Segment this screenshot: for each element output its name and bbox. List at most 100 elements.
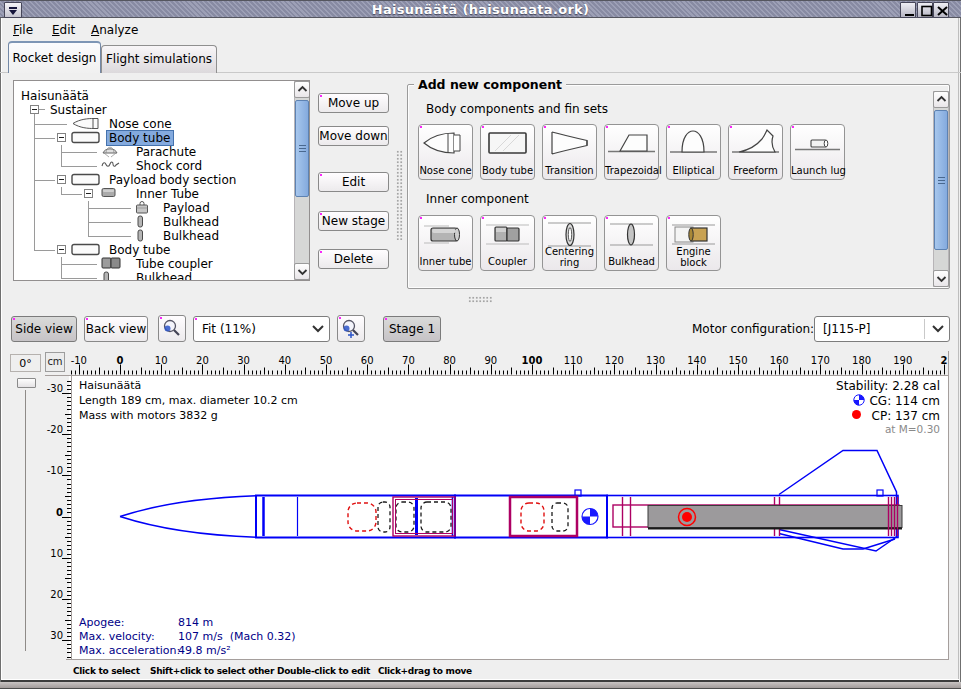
max-velocity-value: 107 m/s (Mach 0.32) bbox=[178, 630, 295, 643]
tree-icon-coupler bbox=[101, 257, 121, 272]
svg-text:120: 120 bbox=[605, 355, 624, 366]
window-menu-icon[interactable] bbox=[4, 2, 22, 18]
menu-file[interactable]: File bbox=[13, 23, 33, 37]
tree-item[interactable]: Payload bbox=[161, 201, 213, 215]
menu-edit[interactable]: Edit bbox=[52, 23, 75, 37]
inner-dashed-2 bbox=[421, 502, 451, 532]
tree-scroll-thumb[interactable] bbox=[295, 100, 309, 197]
component-tree[interactable]: HaisunäätäSustainerNose coneBody tubePar… bbox=[13, 80, 310, 281]
svg-text:40: 40 bbox=[278, 355, 291, 366]
menu-analyze[interactable]: Analyze bbox=[91, 23, 138, 37]
tree-item[interactable]: Haisunäätä bbox=[19, 89, 92, 103]
panel-scroll-down[interactable] bbox=[933, 270, 949, 287]
edit-button[interactable]: Edit bbox=[318, 172, 389, 192]
tree-item[interactable]: Bulkhead bbox=[161, 215, 222, 229]
close-button[interactable] bbox=[933, 2, 949, 18]
back-view-button[interactable]: Back view bbox=[84, 316, 148, 342]
title-bar[interactable]: Haisunäätä (haisunaata.ork) bbox=[0, 0, 961, 18]
svg-text:-10: -10 bbox=[47, 465, 63, 476]
add-trapezoidal-button[interactable]: Trapezoidal bbox=[604, 124, 659, 180]
hint-drag: Click+drag to move bbox=[378, 666, 472, 676]
minimize-button[interactable] bbox=[900, 2, 916, 18]
tree-expander[interactable] bbox=[30, 105, 39, 114]
add-innertube-button[interactable]: Inner tube bbox=[418, 215, 473, 271]
svg-text:30: 30 bbox=[50, 630, 63, 641]
shock-cord-outline bbox=[378, 502, 390, 532]
add-freeform-button[interactable]: Freeform bbox=[728, 124, 783, 180]
zoom-level-combo[interactable]: Fit (11%) bbox=[193, 316, 330, 342]
window-title: Haisunäätä (haisunaata.ork) bbox=[0, 2, 961, 17]
new-stage-button[interactable]: New stage bbox=[318, 211, 389, 231]
tree-item[interactable]: Bulkhead bbox=[134, 271, 195, 281]
tree-item[interactable]: Parachute bbox=[134, 145, 199, 159]
move-up-button[interactable]: Move up bbox=[318, 93, 389, 113]
tree-item[interactable]: Bulkhead bbox=[161, 229, 222, 243]
maximize-button[interactable] bbox=[917, 2, 933, 18]
tree-item[interactable]: Body tube bbox=[107, 243, 173, 257]
apogee-label: Apogee: bbox=[79, 616, 124, 629]
cg-text: CG: 114 cm bbox=[869, 394, 940, 408]
add-launchlug-button[interactable]: Launch lug bbox=[790, 124, 845, 180]
motor-configuration-combo[interactable]: [J115-P] bbox=[814, 316, 950, 342]
add-engineblock-button[interactable]: Engine block bbox=[666, 215, 721, 271]
svg-text:140: 140 bbox=[687, 355, 706, 366]
tree-icon-tube bbox=[71, 173, 101, 189]
svg-text:190: 190 bbox=[893, 355, 912, 366]
add-coupler-button[interactable]: Coupler bbox=[480, 215, 535, 271]
svg-text:60: 60 bbox=[361, 355, 374, 366]
add-elliptical-button[interactable]: Elliptical bbox=[666, 124, 721, 180]
tree-item[interactable]: Inner Tube bbox=[134, 187, 202, 201]
tab-flight-simulations[interactable]: Flight simulations bbox=[101, 45, 217, 73]
svg-text:0: 0 bbox=[117, 355, 124, 366]
zoom-in-button[interactable] bbox=[337, 315, 365, 342]
tree-item[interactable]: Shock cord bbox=[134, 159, 205, 173]
add-transition-button[interactable]: Transition bbox=[542, 124, 597, 180]
add-bulkheadc-button[interactable]: Bulkhead bbox=[604, 215, 659, 271]
tree-icon-shock bbox=[101, 159, 121, 173]
tree-expander[interactable] bbox=[57, 133, 66, 142]
svg-text:110: 110 bbox=[564, 355, 583, 366]
add-nosecone-button[interactable]: Nose cone bbox=[418, 124, 473, 180]
tree-expander[interactable] bbox=[57, 245, 66, 254]
tree-icon-tube bbox=[71, 243, 101, 259]
panel-scroll-up[interactable] bbox=[933, 91, 949, 108]
tree-item[interactable]: Nose cone bbox=[107, 117, 175, 131]
add-component-title: Add new component bbox=[414, 77, 566, 92]
svg-text:10: 10 bbox=[155, 355, 168, 366]
side-view-button[interactable]: Side view bbox=[11, 316, 77, 342]
tree-icon-tube bbox=[71, 131, 101, 147]
svg-text:90: 90 bbox=[484, 355, 497, 366]
tree-scroll-down[interactable] bbox=[294, 263, 310, 280]
tree-item[interactable]: Body tube bbox=[107, 131, 173, 145]
add-bodytube-button[interactable]: Body tube bbox=[480, 124, 535, 180]
tab-rocket-design[interactable]: Rocket design bbox=[8, 41, 101, 73]
zoom-out-button[interactable] bbox=[158, 315, 186, 342]
hint-click-select: Click to select bbox=[73, 666, 140, 676]
vertical-splitter[interactable] bbox=[396, 150, 403, 240]
panel-scroll-thumb[interactable] bbox=[934, 110, 948, 250]
tree-item[interactable]: Payload body section bbox=[107, 173, 239, 187]
figure-info-mass: Mass with motors 3832 g bbox=[79, 409, 218, 422]
fin-bottom-2 bbox=[779, 534, 895, 550]
svg-text:20: 20 bbox=[50, 589, 63, 600]
tree-item[interactable]: Sustainer bbox=[48, 103, 110, 117]
tree-expander[interactable] bbox=[57, 175, 66, 184]
max-acceleration-value: 49.8 m/s² bbox=[178, 644, 231, 657]
svg-text:70: 70 bbox=[402, 355, 415, 366]
horizontal-splitter[interactable] bbox=[468, 296, 492, 303]
svg-text:30: 30 bbox=[237, 355, 250, 366]
delete-button[interactable]: Delete bbox=[318, 249, 389, 269]
svg-text:-30: -30 bbox=[47, 383, 63, 394]
tree-scroll-up[interactable] bbox=[294, 81, 310, 98]
stage-1-toggle[interactable]: Stage 1 bbox=[383, 316, 441, 342]
move-down-button[interactable]: Move down bbox=[318, 126, 389, 146]
tree-item[interactable]: Tube coupler bbox=[134, 257, 216, 271]
add-centeringring-button[interactable]: Centering ring bbox=[542, 215, 597, 271]
cp-text: CP: 137 cm bbox=[872, 409, 940, 423]
svg-text:180: 180 bbox=[852, 355, 871, 366]
section-label: Body components and fin sets bbox=[426, 102, 608, 116]
svg-text:160: 160 bbox=[770, 355, 789, 366]
tree-expander[interactable] bbox=[84, 189, 93, 198]
svg-text:10: 10 bbox=[50, 548, 63, 559]
max-acceleration-label: Max. acceleration: bbox=[79, 644, 180, 657]
